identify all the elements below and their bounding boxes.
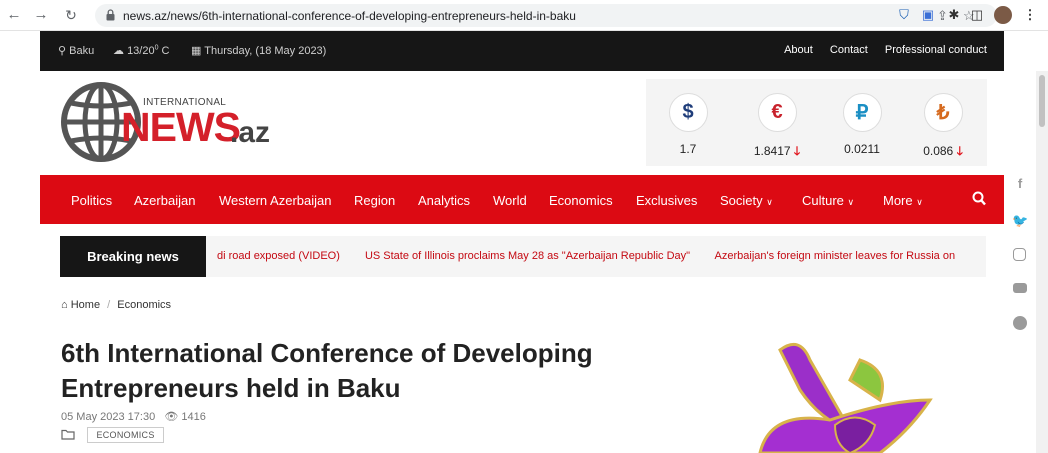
currency-try: ₺ 0.086 🡓 bbox=[903, 93, 983, 163]
down-arrow-icon: 🡓 bbox=[956, 144, 963, 158]
nav-azerbaijan[interactable]: Azerbaijan bbox=[134, 193, 195, 208]
try-value: 0.086 bbox=[923, 144, 954, 158]
weather: ☁ 13/200 C bbox=[113, 44, 170, 57]
article-category: ECONOMICS bbox=[61, 427, 164, 443]
ruble-icon: ₽ bbox=[842, 93, 882, 132]
article-image bbox=[758, 342, 933, 453]
eur-value: 1.8417 bbox=[753, 144, 791, 158]
article-title: 6th International Conference of Developi… bbox=[61, 338, 593, 403]
scrollbar-thumb[interactable] bbox=[1039, 75, 1045, 127]
breadcrumb: ⌂ Home / Economics bbox=[61, 299, 172, 311]
reload-icon[interactable]: ↻ bbox=[62, 6, 80, 24]
main-navigation: Politics Azerbaijan Western Azerbaijan R… bbox=[40, 175, 1004, 224]
page-scrollbar[interactable] bbox=[1036, 71, 1048, 453]
contact-link[interactable]: Contact bbox=[830, 44, 868, 56]
top-info-bar: ⚲ Baku ☁ 13/200 C ▦ Thursday, (18 May 20… bbox=[40, 31, 1004, 71]
lira-icon: ₺ bbox=[923, 93, 963, 132]
cloud-icon: ☁ bbox=[113, 45, 124, 57]
nav-analytics[interactable]: Analytics bbox=[418, 193, 470, 208]
map-pin-icon: ⚲ bbox=[58, 45, 67, 57]
usd-value: 1.7 bbox=[679, 142, 697, 156]
location: ⚲ Baku bbox=[58, 45, 95, 57]
article-meta: 05 May 2023 17:30 👁 1416 bbox=[61, 410, 206, 423]
currency-usd: $ 1.7 bbox=[648, 93, 728, 156]
nav-region[interactable]: Region bbox=[354, 193, 395, 208]
currency-eur: € 1.8417 🡓 bbox=[737, 93, 817, 163]
currency-rub: ₽ 0.0211 bbox=[822, 93, 902, 156]
nav-exclusives[interactable]: Exclusives bbox=[636, 193, 697, 208]
youtube-icon[interactable] bbox=[1013, 283, 1027, 293]
nav-culture-dropdown[interactable]: Culture ∨ bbox=[802, 193, 854, 208]
chevron-down-icon: ∨ bbox=[916, 197, 923, 207]
currency-rates: $ 1.7 € 1.8417 🡓 ₽ 0.0211 ₺ 0.086 🡓 bbox=[646, 79, 987, 166]
about-link[interactable]: About bbox=[784, 44, 813, 56]
facebook-icon[interactable]: f bbox=[1012, 176, 1028, 192]
folder-icon bbox=[61, 429, 75, 440]
lock-icon bbox=[106, 9, 115, 21]
dollar-icon: $ bbox=[668, 93, 708, 132]
top-links: About Contact Professional conduct bbox=[770, 44, 987, 56]
browser-toolbar: ← → ↻ news.az/news/6th-international-con… bbox=[0, 0, 1048, 31]
nav-politics[interactable]: Politics bbox=[71, 193, 112, 208]
breadcrumb-home[interactable]: Home bbox=[71, 299, 100, 311]
article-views: 1416 bbox=[181, 411, 206, 423]
breaking-news-ticker: di road exposed (VIDEO) US State of Illi… bbox=[217, 250, 977, 262]
nav-more-dropdown[interactable]: More ∨ bbox=[883, 193, 923, 208]
breaking-news-item[interactable]: Azerbaijan's foreign minister leaves for… bbox=[715, 250, 956, 262]
translate-extension-icon[interactable]: ▣ bbox=[920, 7, 936, 23]
forward-icon[interactable]: → bbox=[32, 6, 50, 24]
eye-icon: 👁 bbox=[164, 411, 179, 423]
nav-world[interactable]: World bbox=[493, 193, 527, 208]
chevron-down-icon: ∨ bbox=[766, 197, 773, 207]
nav-economics[interactable]: Economics bbox=[549, 193, 613, 208]
twitter-icon[interactable]: 🐦 bbox=[1012, 213, 1028, 229]
instagram-icon[interactable] bbox=[1013, 248, 1026, 261]
rub-value: 0.0211 bbox=[844, 142, 880, 156]
shield-extension-icon[interactable]: ⛉ bbox=[896, 7, 912, 23]
professional-conduct-link[interactable]: Professional conduct bbox=[885, 44, 987, 56]
telegram-icon[interactable] bbox=[1013, 316, 1027, 330]
chevron-down-icon: ∨ bbox=[847, 197, 855, 207]
logo-az-text: .az bbox=[230, 116, 271, 149]
breaking-news-item[interactable]: di road exposed (VIDEO) bbox=[217, 250, 340, 262]
side-panel-icon[interactable]: ◫ bbox=[969, 7, 985, 23]
nav-western-azerbaijan[interactable]: Western Azerbaijan bbox=[219, 193, 332, 208]
calendar-icon: ▦ bbox=[191, 45, 202, 57]
euro-icon: € bbox=[757, 93, 797, 132]
breaking-news-item[interactable]: US State of Illinois proclaims May 28 as… bbox=[365, 250, 690, 262]
back-icon[interactable]: ← bbox=[5, 6, 23, 24]
category-tag[interactable]: ECONOMICS bbox=[87, 427, 164, 443]
site-logo[interactable]: INTERNATIONAL NEWS .az bbox=[61, 79, 291, 165]
profile-avatar[interactable] bbox=[994, 6, 1012, 24]
extensions-puzzle-icon[interactable]: ✱ bbox=[946, 7, 962, 23]
logo-news-text: NEWS bbox=[121, 104, 241, 150]
search-icon[interactable] bbox=[972, 191, 986, 207]
article-datetime: 05 May 2023 17:30 bbox=[61, 411, 156, 423]
down-arrow-icon: 🡓 bbox=[793, 144, 801, 158]
nav-society-dropdown[interactable]: Society ∨ bbox=[720, 193, 773, 208]
breaking-news-label: Breaking news bbox=[60, 236, 206, 277]
current-date: ▦ Thursday, (18 May 2023) bbox=[191, 45, 327, 57]
breaking-news-bar: Breaking news di road exposed (VIDEO) US… bbox=[60, 236, 986, 277]
breadcrumb-economics[interactable]: Economics bbox=[117, 299, 171, 311]
address-bar[interactable]: news.az/news/6th-international-conferenc… bbox=[95, 4, 997, 27]
home-icon: ⌂ bbox=[61, 299, 68, 311]
url-text[interactable]: news.az/news/6th-international-conferenc… bbox=[123, 9, 576, 23]
menu-kebab-icon[interactable]: ⋮ bbox=[1022, 7, 1038, 23]
